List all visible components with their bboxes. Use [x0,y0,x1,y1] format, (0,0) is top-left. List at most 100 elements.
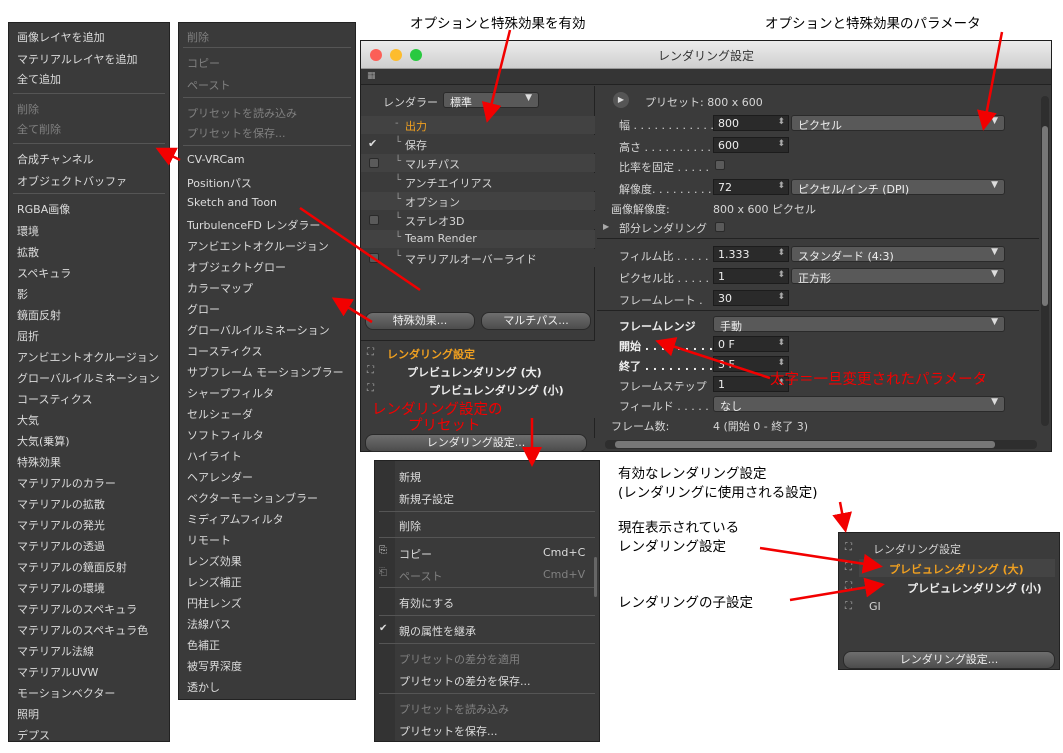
effects-menu-item[interactable]: Sketch and Toon [187,196,277,209]
layer-menu-item[interactable]: マテリアルUVW [17,664,98,680]
menu-scrollbar[interactable] [594,557,597,597]
pixel-ratio-field[interactable]: 1 ⬍ [713,268,789,284]
effects-menu-item[interactable]: レンズ補正 [187,574,242,590]
effects-menu-item[interactable]: ハイライト [187,448,242,464]
pixel-ratio-dropdown[interactable]: 正方形 ▼ [791,268,1005,285]
effect-row[interactable]: └ マテリアルオーバーライド [361,249,595,267]
grip-icon[interactable]: ▦ [367,71,376,81]
stepper-icon[interactable]: ⬍ [777,358,785,368]
effects-menu-item[interactable]: サブフレーム モーションブラー [187,364,344,380]
preset-button[interactable]: ▶ [613,92,629,108]
tree-item-root[interactable]: レンダリング設定 [387,346,475,362]
layer-menu-item[interactable]: コースティクス [17,391,92,407]
menu-load-preset[interactable]: プリセットを読み込み [399,701,509,717]
menu-inherit[interactable]: 親の属性を継承 [399,623,476,639]
layer-menu-item[interactable]: 合成チャンネル [17,151,94,167]
layer-menu-item[interactable]: 環境 [17,223,39,239]
effects-menu-item[interactable]: シャープフィルタ [187,385,274,401]
effect-checkbox[interactable] [369,158,379,168]
menu-enable[interactable]: 有効にする [399,595,454,611]
effects-menu-item[interactable]: 透かし [187,679,220,695]
horizontal-scrollbar[interactable] [605,440,1037,449]
layer-menu-item[interactable]: 特殊効果 [17,454,61,470]
layer-menu-item[interactable]: スペキュラ [17,265,71,281]
resolution-field[interactable]: 72 ⬍ [713,179,789,195]
renderer-dropdown[interactable]: 標準 ▼ [443,92,539,109]
film-ratio-dropdown[interactable]: スタンダード (4:3) ▼ [791,246,1005,263]
layer-menu-item[interactable]: 削除 [17,101,39,117]
effect-row[interactable]: └ ステレオ3D [361,211,595,229]
effect-row[interactable]: └ Team Render [361,230,595,248]
tree-item-small[interactable]: プレビュレンダリング (小) [429,382,564,398]
effects-menu-item[interactable]: アンビエントオクルージョン [187,238,329,254]
effects-menu-item[interactable]: グロー [187,301,220,317]
menu-new-child[interactable]: 新規子設定 [399,491,454,507]
effects-menu-item[interactable]: 削除 [187,29,209,45]
render-icon[interactable]: ⛶ [845,542,852,553]
layer-menu-item[interactable]: 全て追加 [17,71,61,87]
render-icon[interactable]: ⛶ [367,365,374,376]
render-icon[interactable]: ⛶ [845,581,852,592]
mini-item-large[interactable]: プレビュレンダリング (大) [889,561,1024,577]
layer-menu-item[interactable]: 大気(乗算) [17,433,70,449]
effects-menu-item[interactable]: 被写界深度 [187,658,242,674]
mini-settings-button[interactable]: レンダリング設定... [843,651,1055,669]
menu-apply-diff[interactable]: プリセットの差分を適用 [399,651,520,667]
mini-item-gi[interactable]: GI [869,600,881,613]
effects-menu-item[interactable]: 円柱レンズ [187,595,242,611]
width-unit-dropdown[interactable]: ピクセル ▼ [791,115,1005,132]
height-field[interactable]: 600 ⬍ [713,137,789,153]
effect-row[interactable]: ✔ └ 保存 [361,135,595,153]
effects-button[interactable]: 特殊効果... [365,312,475,330]
effects-menu-item[interactable]: グローバルイルミネーション [187,322,330,338]
tree-item-large[interactable]: プレビュレンダリング (大) [407,364,542,380]
stepper-icon[interactable]: ⬍ [777,292,785,302]
layer-menu-item[interactable]: RGBA画像 [17,201,70,217]
vertical-scrollbar[interactable] [1041,96,1049,426]
ratio-lock-checkbox[interactable] [715,160,725,170]
partial-render-checkbox[interactable] [715,222,725,232]
start-field[interactable]: 0 F ⬍ [713,336,789,352]
effects-menu-item[interactable]: 色補正 [187,637,220,653]
layer-menu-item[interactable]: マテリアル法線 [17,643,94,659]
layer-menu-item[interactable]: マテリアルの透過 [17,538,105,554]
width-field[interactable]: 800 ⬍ [713,115,789,131]
render-settings-button[interactable]: レンダリング設定... [365,434,587,452]
layer-menu-item[interactable]: 屈折 [17,328,39,344]
effects-menu-item[interactable]: Positionパス [187,175,252,191]
menu-save-diff[interactable]: プリセットの差分を保存... [399,673,531,689]
layer-menu-item[interactable]: 照明 [17,706,39,722]
layer-menu-item[interactable]: グローバルイルミネーション [17,370,160,386]
effect-row[interactable]: - 出力 [361,116,595,134]
layer-menu-item[interactable]: マテリアルの鏡面反射 [17,559,127,575]
layer-menu-item[interactable]: 拡散 [17,244,39,260]
frame-range-dropdown[interactable]: 手動 ▼ [713,316,1005,333]
effects-menu-item[interactable]: ヘアレンダー [187,469,253,485]
effects-menu-item[interactable]: ベクターモーションブラー [187,490,318,506]
effects-menu-item[interactable]: コピー [187,55,220,71]
expand-triangle-icon[interactable]: ▶ [603,222,609,231]
effects-menu-item[interactable]: リモート [187,532,231,548]
effects-menu-item[interactable]: ミディアムフィルタ [187,511,284,527]
film-ratio-field[interactable]: 1.333 ⬍ [713,246,789,262]
layer-menu-item[interactable]: マテリアルのスペキュラ [17,601,137,617]
effect-row[interactable]: └ オプション [361,192,595,210]
stepper-icon[interactable]: ⬍ [777,270,785,280]
field-dropdown[interactable]: なし ▼ [713,396,1005,413]
layer-menu-item[interactable]: 大気 [17,412,39,428]
render-icon[interactable]: ⛶ [845,601,852,612]
multipass-button[interactable]: マルチパス... [481,312,591,330]
effect-checkbox[interactable] [369,253,379,263]
render-icon[interactable]: ⛶ [845,562,852,573]
resolution-unit-dropdown[interactable]: ピクセル/インチ (DPI) ▼ [791,179,1005,196]
stepper-icon[interactable]: ⬍ [777,338,785,348]
menu-copy[interactable]: コピー [399,546,432,562]
effects-menu-item[interactable]: TurbulenceFD レンダラー [187,217,320,233]
menu-delete[interactable]: 削除 [399,518,421,534]
layer-menu-item[interactable]: 影 [17,286,28,302]
render-icon[interactable]: ⛶ [367,383,374,394]
layer-menu-item[interactable]: オブジェクトバッファ [17,173,127,189]
layer-menu-item[interactable]: モーションベクター [17,685,115,701]
effects-menu-item[interactable]: ペースト [187,77,230,93]
layer-menu-item[interactable]: マテリアルレイヤを追加 [17,51,138,67]
